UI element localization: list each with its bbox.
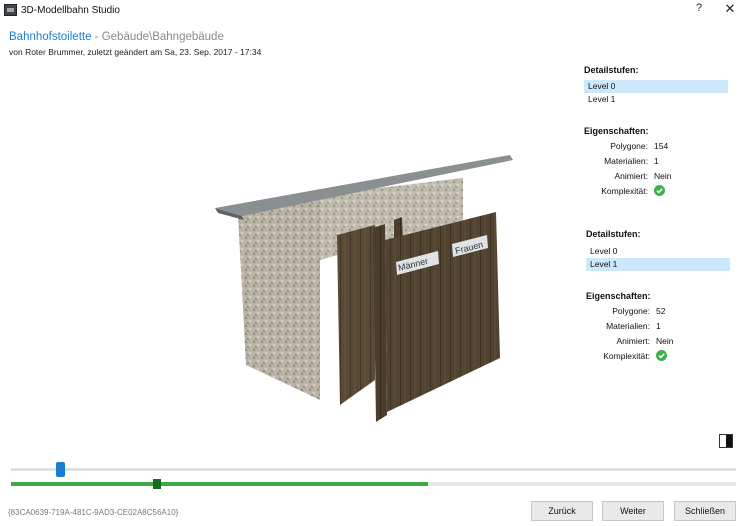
- polygone-value: 154: [654, 141, 669, 151]
- materialien-value: 1: [654, 156, 659, 166]
- level-0-item[interactable]: Level 0: [584, 80, 728, 93]
- detail-levels-list: Level 0 Level 1: [586, 245, 730, 271]
- back-button[interactable]: Zurück: [531, 501, 593, 521]
- help-button[interactable]: ?: [692, 2, 706, 18]
- view-mode-toggle[interactable]: [719, 434, 733, 448]
- wooden-door-left: [337, 225, 375, 405]
- animiert-value: Nein: [654, 171, 672, 181]
- detail-levels-heading: Detailstufen:: [586, 229, 641, 239]
- check-circle-icon: [654, 185, 665, 196]
- toilet-house-model: Männer Frauen: [215, 155, 513, 422]
- komplexitaet-label: Komplexität:: [603, 351, 650, 361]
- komplexitaet-label: Komplexität:: [601, 186, 648, 196]
- komplexitaet-row: Komplexität:: [588, 185, 718, 201]
- polygone-label: Polygone:: [610, 141, 648, 151]
- level-0-item[interactable]: Level 0: [586, 245, 730, 258]
- materialien-label: Materialien:: [604, 156, 648, 166]
- animiert-row: Animiert: Nein: [588, 171, 718, 186]
- animiert-row: Animiert: Nein: [590, 336, 720, 351]
- detail-levels-heading: Detailstufen:: [584, 65, 639, 75]
- polygone-value: 52: [656, 306, 666, 316]
- properties-heading: Eigenschaften:: [584, 126, 649, 136]
- model-author-info: von Roter Brummer, zuletzt geändert am S…: [9, 47, 262, 57]
- polygone-label: Polygone:: [612, 306, 650, 316]
- title-bar: 3D-Modellbahn Studio ? ✕: [0, 0, 750, 22]
- animiert-value: Nein: [656, 336, 674, 346]
- properties-heading: Eigenschaften:: [586, 291, 651, 301]
- lod-distance-slider[interactable]: [11, 482, 736, 486]
- model-category-path: - Gebäude\Bahngebäude: [91, 31, 224, 43]
- properties-table: Polygone: 154 Materialien: 1 Animiert: N…: [588, 141, 718, 201]
- close-button[interactable]: Schließen: [674, 501, 736, 521]
- komplexitaet-row: Komplexität:: [590, 350, 720, 366]
- next-button[interactable]: Weiter: [602, 501, 664, 521]
- lod-distance-fill: [11, 482, 428, 486]
- model-name: Bahnhofstoilette: [9, 31, 92, 43]
- model-viewport[interactable]: Männer Frauen: [180, 140, 540, 440]
- page-title: Bahnhofstoilette - Gebäude\Bahngebäude: [9, 31, 224, 43]
- rotation-slider-track[interactable]: [11, 468, 736, 471]
- window-title: 3D-Modellbahn Studio: [21, 5, 120, 16]
- materialien-row: Materialien: 1: [588, 156, 718, 171]
- polygone-row: Polygone: 52: [590, 306, 720, 321]
- materialien-label: Materialien:: [606, 321, 650, 331]
- stone-wall-left: [238, 195, 320, 400]
- materialien-row: Materialien: 1: [590, 321, 720, 336]
- lod-distance-thumb[interactable]: [153, 479, 161, 489]
- level-1-item[interactable]: Level 1: [584, 93, 728, 106]
- check-circle-icon: [656, 350, 667, 361]
- materialien-value: 1: [656, 321, 661, 331]
- animiert-label: Animiert:: [616, 336, 650, 346]
- app-icon: [4, 4, 17, 16]
- model-guid: {83CA0639-719A-481C-9AD3-CE02A8C56A10}: [8, 508, 179, 517]
- close-window-button[interactable]: ✕: [722, 1, 738, 19]
- detail-levels-list: Level 0 Level 1: [584, 80, 728, 106]
- level-1-item[interactable]: Level 1: [586, 258, 730, 271]
- animiert-label: Animiert:: [614, 171, 648, 181]
- rotation-slider-thumb[interactable]: [56, 462, 65, 477]
- polygone-row: Polygone: 154: [588, 141, 718, 156]
- properties-table: Polygone: 52 Materialien: 1 Animiert: Ne…: [590, 306, 720, 366]
